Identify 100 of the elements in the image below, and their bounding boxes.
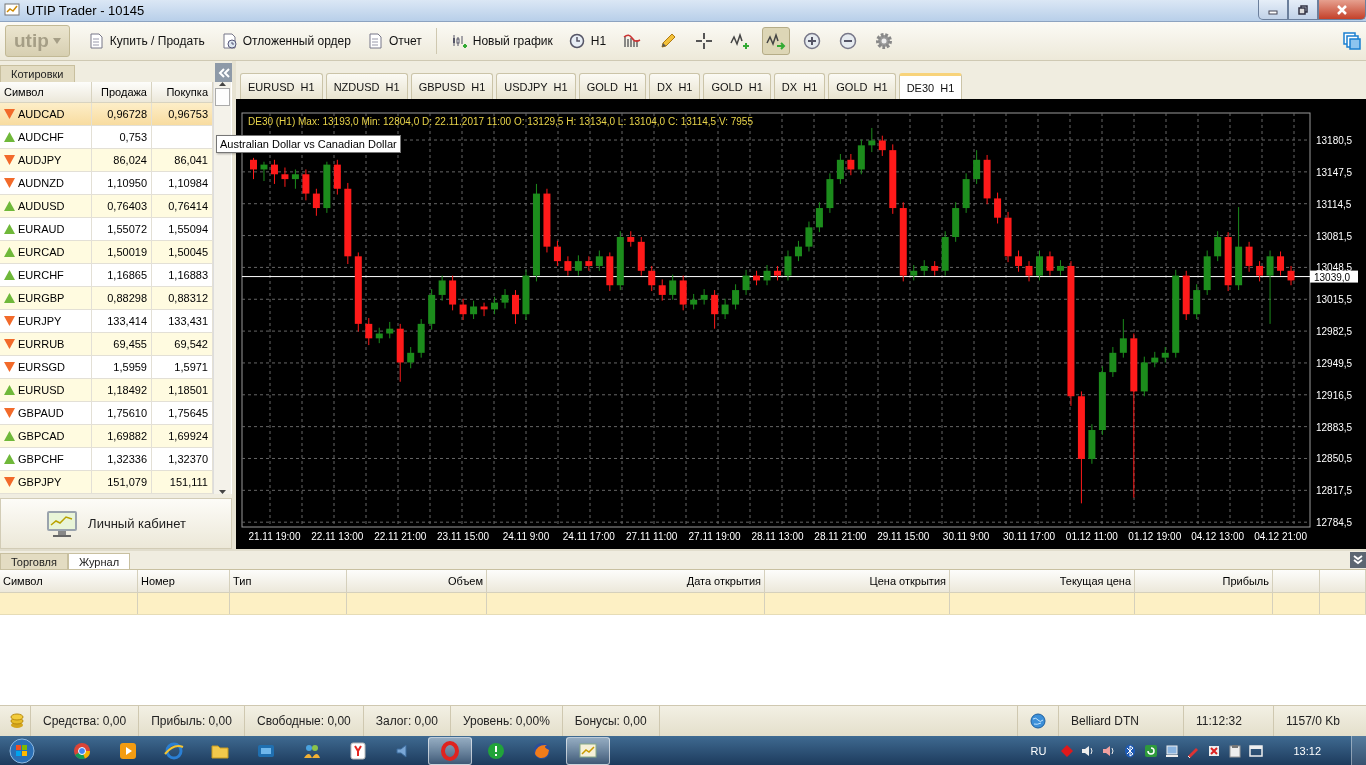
taskbar-button[interactable] — [566, 736, 610, 765]
chart-tab[interactable]: USDJPY H1 — [496, 73, 576, 100]
fox-browser-icon — [532, 740, 552, 761]
quote-row[interactable]: EURUSD 1,18492 1,18501 — [0, 379, 213, 403]
axis-label: 13015,5 — [1316, 294, 1353, 306]
axis-label: 23.11 15:00 — [437, 531, 490, 543]
clock-icon — [568, 32, 587, 50]
candlestick — [270, 159, 278, 185]
language-indicator[interactable]: RU — [1030, 744, 1047, 757]
windows-icon[interactable] — [1343, 32, 1361, 50]
timeframe-button[interactable]: H1 — [562, 27, 613, 55]
pending-order-button[interactable]: Отложенный ордер — [214, 27, 357, 55]
quote-row[interactable]: EURCAD 1,50019 1,50045 — [0, 241, 213, 265]
refresh-icon[interactable] — [1144, 743, 1159, 758]
close-button[interactable] — [1318, 0, 1366, 20]
collapse-button[interactable] — [215, 63, 232, 83]
chart-tab[interactable]: GOLD H1 — [828, 73, 896, 100]
candlestick — [553, 240, 561, 267]
buy-price: 1,75645 — [168, 406, 208, 422]
quotes-tab[interactable]: Котировки — [0, 65, 75, 83]
quote-row[interactable]: AUDUSD 0,76403 0,76414 — [0, 195, 213, 219]
expand-button[interactable] — [1350, 552, 1366, 569]
status-text: Уровень: 0,00% — [462, 714, 550, 729]
quote-row[interactable]: EURCHF 1,16865 1,16883 — [0, 264, 213, 288]
chart-tab[interactable]: DE30 H1 — [898, 73, 963, 100]
monitor-chart-icon — [46, 509, 79, 538]
column-header[interactable]: Прибыль — [1135, 570, 1273, 593]
candlestick — [281, 167, 289, 188]
axis-label: 29.11 15:00 — [877, 531, 930, 543]
sell-price: 1,50019 — [107, 245, 147, 261]
candlestick — [732, 284, 740, 311]
candlestick — [512, 289, 519, 325]
quote-row[interactable]: GBPJPY 151,079 151,111 — [0, 471, 213, 495]
document-icon — [366, 32, 385, 50]
scroll-down-icon — [219, 490, 226, 495]
clock-document-icon — [220, 32, 239, 50]
quote-row[interactable]: AUDCAD 0,96728 0,96753 — [0, 103, 213, 127]
column-header[interactable]: Объем — [347, 570, 487, 593]
speaker-icon[interactable] — [1102, 743, 1117, 758]
window-icon[interactable] — [1249, 743, 1264, 758]
clock[interactable]: 13:12 — [1293, 744, 1321, 757]
speaker-icon[interactable] — [1081, 743, 1096, 758]
column-header[interactable]: Дата открытия — [487, 570, 765, 593]
panel-tab[interactable]: Журнал — [67, 553, 131, 570]
restore-icon — [1298, 4, 1308, 15]
candlestick — [574, 255, 582, 277]
chart-tab[interactable]: DX H1 — [649, 73, 701, 100]
quote-row[interactable]: EURJPY 133,414 133,431 — [0, 310, 213, 334]
taskbar-button[interactable] — [428, 736, 472, 765]
column-header[interactable]: Тип — [230, 570, 347, 593]
buy-sell-button[interactable]: Купить / Продать — [81, 27, 211, 55]
chart-tab[interactable]: GBPUSD H1 — [410, 73, 494, 100]
column-header[interactable]: Символ — [0, 570, 138, 593]
column-header[interactable]: Продажа — [92, 82, 152, 103]
axis-label: 28.11 21:00 — [814, 531, 867, 543]
symbol-text: AUDCAD — [18, 107, 65, 123]
axis-label: 12982,5 — [1316, 326, 1353, 338]
candlestick — [250, 157, 257, 180]
show-desktop-button[interactable] — [1351, 736, 1366, 765]
axis-label: 30.11 17:00 — [1002, 531, 1056, 543]
panel-tab[interactable]: Торговля — [0, 553, 68, 570]
quote-row[interactable]: GBPCHF 1,32336 1,32370 — [0, 448, 213, 472]
axis-label: 13114,5 — [1316, 199, 1352, 210]
quote-row[interactable]: GBPAUD 1,75610 1,75645 — [0, 402, 213, 426]
column-header[interactable]: Текущая цена — [950, 570, 1135, 593]
column-header[interactable]: Символ — [0, 82, 92, 103]
scroll-thumb[interactable] — [215, 88, 230, 107]
quote-row[interactable]: AUDCHF 0,753 — [0, 126, 213, 150]
column-header[interactable]: Номер — [138, 570, 230, 593]
quote-row[interactable]: EURAUD 1,55072 1,55094 — [0, 218, 213, 242]
buy-price: 0,76414 — [168, 199, 208, 215]
quote-row[interactable]: GBPCAD 1,69882 1,69924 — [0, 425, 213, 449]
column-header[interactable]: Цена открытия — [765, 570, 950, 593]
axis-label: 21.11 19:00 — [248, 531, 301, 543]
restore-button[interactable] — [1288, 0, 1318, 20]
axis-label: 12883,5 — [1316, 421, 1353, 433]
network-icon[interactable] — [1165, 743, 1180, 758]
clipboard-icon[interactable] — [1228, 743, 1243, 758]
bluetooth-icon[interactable] — [1123, 743, 1138, 758]
new-chart-button[interactable]: Новый график — [444, 27, 559, 55]
quote-row[interactable]: EURGBP 0,88298 0,88312 — [0, 287, 213, 311]
ref-line-label: 13039,0 — [1314, 271, 1351, 283]
chart-tab[interactable]: EURUSD H1 — [240, 73, 323, 100]
symbol-text: AUDJPY — [18, 153, 62, 169]
candlestick — [1277, 251, 1285, 277]
buy-price: 1,18501 — [168, 383, 208, 399]
symbol-text: EURCHF — [18, 268, 64, 284]
quote-row[interactable]: EURRUB 69,455 69,542 — [0, 333, 213, 357]
quote-row[interactable]: AUDJPY 86,024 86,041 — [0, 149, 213, 173]
chart-tab[interactable]: GOLD H1 — [578, 73, 646, 100]
personal-cabinet-button[interactable]: Личный кабинет — [0, 498, 232, 550]
minimize-button[interactable] — [1258, 0, 1288, 20]
chart-tab[interactable]: GOLD H1 — [703, 73, 771, 100]
quote-row[interactable]: AUDNZD 1,10950 1,10984 — [0, 172, 213, 196]
symbol-text: AUDNZD — [18, 176, 64, 192]
quote-row[interactable]: EURSGD 1,5959 1,5971 — [0, 356, 213, 380]
axis-label: 12850,5 — [1316, 453, 1353, 465]
report-button[interactable]: Отчет — [360, 27, 428, 55]
chart-tab[interactable]: NZDUSD H1 — [325, 73, 408, 100]
chart-tab[interactable]: DX H1 — [773, 73, 826, 100]
